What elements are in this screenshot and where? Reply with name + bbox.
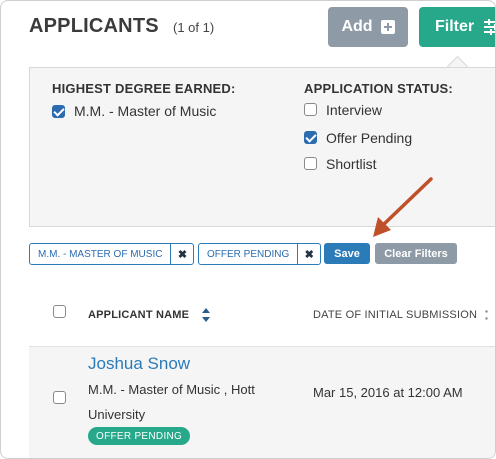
sort-updown-icon[interactable] <box>201 307 211 323</box>
column-header-date[interactable]: DATE OF INITIAL SUBMISSION <box>313 309 477 321</box>
status-badge: OFFER PENDING <box>88 427 191 445</box>
select-all-checkbox[interactable] <box>53 305 66 318</box>
applicants-window: APPLICANTS (1 of 1) Add Filter HIGHEST D… <box>0 0 496 459</box>
applicant-name-link[interactable]: Joshua Snow <box>88 354 190 374</box>
submission-date: Mar 15, 2016 at 12:00 AM <box>313 385 463 400</box>
row-checkbox[interactable] <box>53 391 66 404</box>
column-header-name[interactable]: APPLICANT NAME <box>88 309 189 321</box>
applicant-degree-school: M.M. - Master of Music , Hott University <box>88 382 255 422</box>
more-columns-icon[interactable] <box>485 310 488 320</box>
